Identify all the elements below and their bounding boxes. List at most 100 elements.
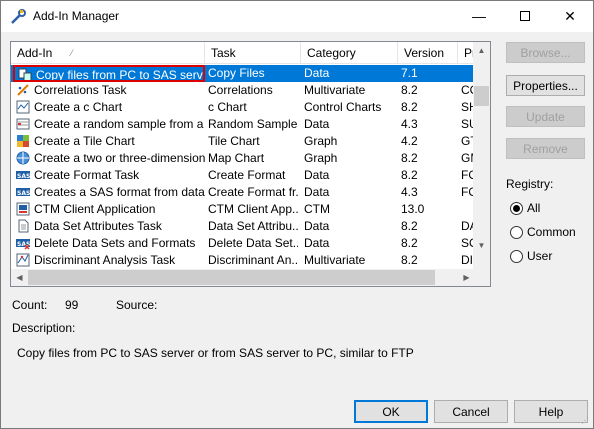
registry-radio-all-label: All xyxy=(527,201,541,215)
table-row[interactable]: Data Set Attributes Task Data Set Attribu… xyxy=(11,218,475,235)
list-rows: Copy files from PC to SAS server ... Copy… xyxy=(11,65,475,270)
row-task-cell: Map Chart xyxy=(208,151,265,165)
scroll-left-icon[interactable]: ◀ xyxy=(11,269,28,286)
registry-radio-user[interactable]: User xyxy=(510,249,552,263)
row-version-cell: 8.2 xyxy=(401,168,418,182)
scroll-down-icon[interactable]: ▼ xyxy=(473,237,490,254)
description-label: Description: xyxy=(12,321,76,335)
row-category-cell: Multivariate xyxy=(304,83,366,97)
registry-radio-all[interactable]: All xyxy=(510,201,540,215)
horizontal-scroll-thumb[interactable] xyxy=(28,270,435,285)
row-task-cell: Discriminant An... xyxy=(208,253,298,267)
browse-button[interactable]: Browse... xyxy=(506,42,585,63)
row-category-cell: Data xyxy=(304,219,330,233)
source-label: Source: xyxy=(116,298,158,312)
maximize-button[interactable] xyxy=(502,1,548,31)
row-task-cell: c Chart xyxy=(208,100,247,114)
registry-label: Registry: xyxy=(506,177,554,191)
table-row[interactable]: Create a random sample from a d... Random… xyxy=(11,116,475,133)
row-category-cell: Data xyxy=(304,185,330,199)
remove-button[interactable]: Remove xyxy=(506,138,585,159)
radio-unselected-icon xyxy=(510,249,523,263)
row-addin-text: Create a two or three-dimensional... xyxy=(34,151,205,165)
row-addin-cell: Data Set Attributes Task xyxy=(13,218,205,235)
help-button[interactable]: Help xyxy=(514,400,588,423)
row-task-cell: Delete Data Set... xyxy=(208,236,298,250)
row-category-cell: Control Charts xyxy=(304,100,382,114)
row-addin-text: Create a Tile Chart xyxy=(34,134,135,148)
table-row[interactable]: Create a two or three-dimensional...Map … xyxy=(11,150,475,167)
svg-text:SAS: SAS xyxy=(17,190,30,197)
table-row[interactable]: Correlations Task Correlations Multivariat… xyxy=(11,82,475,99)
scroll-up-icon[interactable]: ▲ xyxy=(473,42,490,59)
row-task-cell: Copy Files xyxy=(208,66,265,80)
row-category-cell: Data xyxy=(304,168,330,182)
row-version-cell: 4.3 xyxy=(401,117,418,131)
column-header-addin[interactable]: Add-In ⁄ xyxy=(11,42,205,64)
table-row[interactable]: SAS Creates a SAS format from data v... Cr… xyxy=(11,184,475,201)
sas-format-icon: SAS xyxy=(16,171,30,180)
row-category-cell: Graph xyxy=(304,134,338,148)
add-in-manager-window: Add-In Manager — ✕ Add-In ⁄ Task Categor… xyxy=(0,0,594,429)
table-row[interactable]: Create a Tile ChartTile ChartGraph4.2GT xyxy=(11,133,475,150)
title-bar: Add-In Manager — ✕ xyxy=(1,1,593,32)
row-version-cell: 13.0 xyxy=(401,202,425,216)
row-task-cell: Tile Chart xyxy=(208,134,260,148)
row-version-cell: 8.2 xyxy=(401,253,418,267)
tile-chart-icon xyxy=(17,135,29,147)
table-row[interactable]: Discriminant Analysis Task Discriminant A… xyxy=(11,252,475,269)
horizontal-scrollbar[interactable]: ◀ ▶ xyxy=(11,269,475,286)
row-version-cell: 8.2 xyxy=(401,236,418,250)
cancel-button[interactable]: Cancel xyxy=(434,400,508,423)
sas-format-icon: SAS xyxy=(16,188,30,197)
row-addin-cell: Copy files from PC to SAS server ... xyxy=(13,65,205,82)
row-addin-cell: Correlations Task xyxy=(13,82,205,99)
row-version-cell: 8.2 xyxy=(401,219,418,233)
row-task-cell: Create Format fr... xyxy=(208,185,298,199)
sort-asc-icon: ⁄ xyxy=(71,48,73,58)
scroll-corner xyxy=(473,269,490,286)
table-row[interactable]: SAS Delete Data Sets and Formats Delete Da… xyxy=(11,235,475,252)
row-task-cell: Data Set Attribu... xyxy=(208,219,298,233)
copy-files-icon xyxy=(18,68,32,80)
ctm-icon xyxy=(16,202,30,216)
minimize-button[interactable]: — xyxy=(456,1,502,31)
globe-icon xyxy=(16,151,30,165)
row-addin-text: Discriminant Analysis Task xyxy=(34,253,176,267)
column-header-version-label: Version xyxy=(404,46,445,60)
minimize-icon: — xyxy=(472,8,486,24)
registry-radio-common-label: Common xyxy=(527,225,576,239)
registry-radio-common[interactable]: Common xyxy=(510,225,576,239)
close-button[interactable]: ✕ xyxy=(547,1,593,31)
correlation-icon xyxy=(17,84,29,96)
ok-button[interactable]: OK xyxy=(354,400,428,423)
vertical-scrollbar[interactable]: ▲ ▼ xyxy=(473,42,490,271)
sample-icon xyxy=(16,118,30,130)
row-category-cell: Data xyxy=(304,117,330,131)
table-row[interactable]: Create a c Chart c Chart Control Charts 8.2… xyxy=(11,99,475,116)
row-task-cell: Create Format xyxy=(208,168,286,182)
row-category-cell: Data xyxy=(304,66,330,80)
sas-delete-icon: SAS xyxy=(16,239,30,250)
close-icon: ✕ xyxy=(564,7,576,24)
row-addin-cell: Create a two or three-dimensional... xyxy=(13,150,205,167)
row-addin-cell: SAS Delete Data Sets and Formats xyxy=(13,235,205,252)
column-header-task[interactable]: Task xyxy=(205,42,301,64)
update-button[interactable]: Update xyxy=(506,106,585,127)
column-header-category[interactable]: Category xyxy=(301,42,398,64)
table-row[interactable]: SAS Create Format Task Create Format Data 8.… xyxy=(11,167,475,184)
properties-button[interactable]: Properties... xyxy=(506,75,585,96)
row-addin-cell: Discriminant Analysis Task xyxy=(13,252,205,269)
radio-selected-icon xyxy=(510,201,523,215)
row-addin-text: Delete Data Sets and Formats xyxy=(34,236,196,250)
table-row[interactable]: Copy files from PC to SAS server ... Copy… xyxy=(11,65,475,82)
row-addin-text: Creates a SAS format from data v... xyxy=(34,185,205,199)
list-header: Add-In ⁄ Task Category Version Pro xyxy=(11,42,483,64)
add-in-list[interactable]: Add-In ⁄ Task Category Version Pro Copy … xyxy=(10,41,491,287)
vertical-scroll-thumb[interactable] xyxy=(474,86,489,106)
resize-grip-icon[interactable]: ⋰ xyxy=(581,416,591,426)
column-header-version[interactable]: Version xyxy=(398,42,458,64)
table-row[interactable]: CTM Client Application CTM Client App... C… xyxy=(11,201,475,218)
description-text: Copy files from PC to SAS server or from… xyxy=(17,346,414,360)
row-version-cell: 7.1 xyxy=(401,66,418,80)
